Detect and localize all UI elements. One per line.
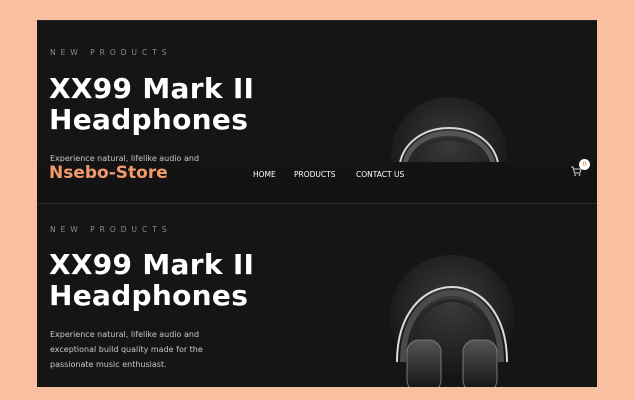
hero-eyebrow: NEW PRODUCTS bbox=[50, 48, 172, 57]
hero-eyebrow: NEW PRODUCTS bbox=[50, 225, 172, 234]
hero-title: XX99 Mark II Headphones bbox=[49, 249, 309, 311]
hero-section-top: NEW PRODUCTS XX99 Mark II Headphones Exp… bbox=[37, 20, 597, 163]
store-logo[interactable]: Nsebo-Store bbox=[49, 163, 168, 183]
top-navbar: Nsebo-Store HOME PRODUCTS CONTACT US 0 bbox=[37, 159, 597, 204]
headphones-image bbox=[391, 97, 507, 163]
nav-link-products[interactable]: PRODUCTS bbox=[294, 170, 335, 179]
hero-description: Experience natural, lifelike audio and e… bbox=[50, 327, 240, 372]
app-frame: NEW PRODUCTS XX99 Mark II Headphones Exp… bbox=[37, 20, 597, 387]
headphones-image bbox=[390, 255, 514, 387]
cart-button[interactable]: 0 bbox=[570, 159, 594, 176]
hero-title-line1: XX99 Mark II bbox=[49, 72, 255, 105]
hero-description-line3: passionate music enthusiast. bbox=[50, 360, 167, 369]
hero-title-line2: Headphones bbox=[49, 279, 249, 312]
hero-title-line1: XX99 Mark II bbox=[49, 248, 255, 281]
hero-title: XX99 Mark II Headphones bbox=[49, 73, 309, 135]
cart-count-badge: 0 bbox=[579, 159, 590, 170]
hero-section: NEW PRODUCTS XX99 Mark II Headphones Exp… bbox=[37, 203, 597, 387]
hero-description-line1: Experience natural, lifelike audio and bbox=[50, 330, 200, 339]
nav-link-contact-us[interactable]: CONTACT US bbox=[356, 170, 404, 179]
hero-title-line2: Headphones bbox=[49, 103, 249, 136]
hero-description-line2: exceptional build quality made for the bbox=[50, 345, 203, 354]
nav-link-home[interactable]: HOME bbox=[253, 170, 276, 179]
